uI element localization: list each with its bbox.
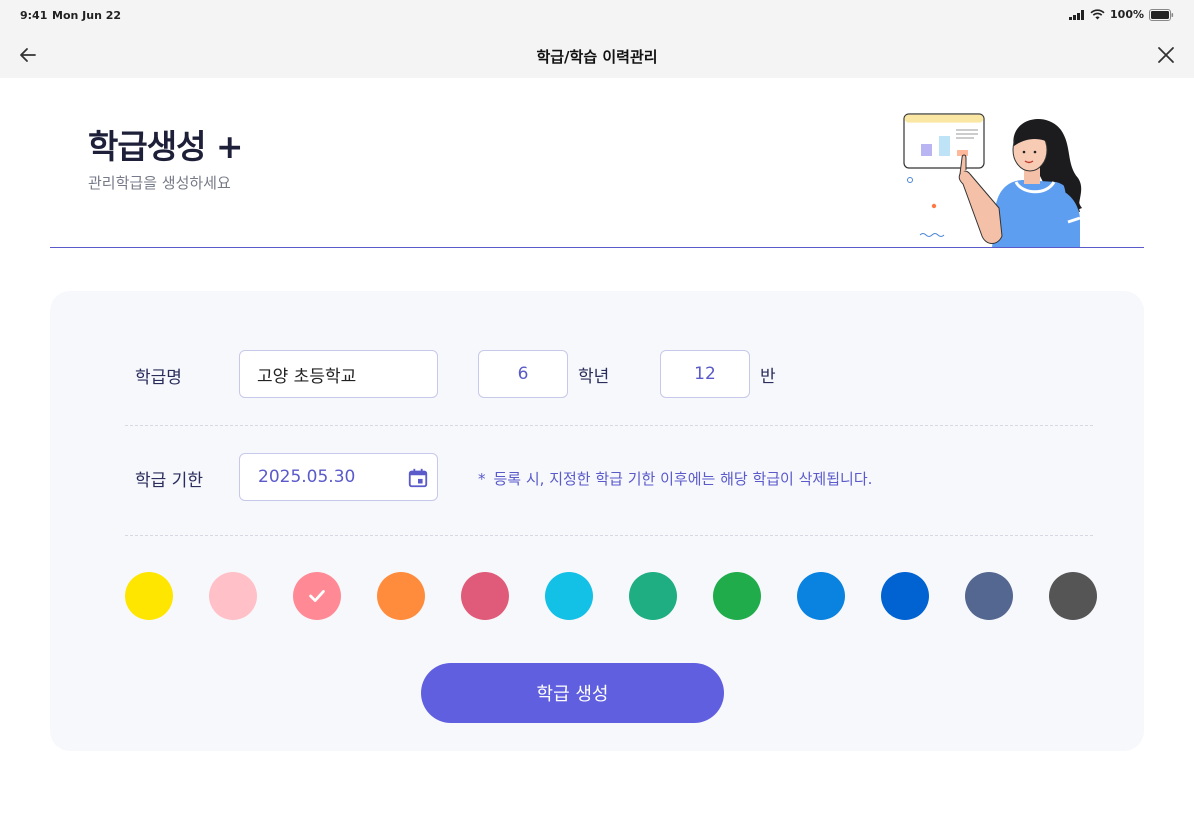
calendar-icon[interactable] bbox=[407, 467, 429, 489]
color-option[interactable] bbox=[125, 572, 173, 620]
color-option[interactable] bbox=[881, 572, 929, 620]
teacher-illustration bbox=[903, 113, 1082, 248]
notice-star: * bbox=[478, 470, 486, 488]
class-number-input[interactable]: 12 bbox=[660, 350, 750, 398]
wifi-icon bbox=[1090, 9, 1105, 20]
status-bar: 9:41 Mon Jun 22 100% bbox=[0, 0, 1194, 32]
check-icon bbox=[309, 590, 325, 602]
page-subtitle: 관리학급을 생성하세요 bbox=[88, 174, 231, 192]
class-form-card: 학급명 고양 초등학교 6 학년 12 반 학급 기한 2025.05.30 *… bbox=[50, 291, 1144, 751]
color-option[interactable] bbox=[797, 572, 845, 620]
color-option[interactable] bbox=[965, 572, 1013, 620]
battery-icon bbox=[1149, 8, 1174, 21]
form-divider bbox=[125, 535, 1093, 536]
deadline-date-value: 2025.05.30 bbox=[258, 467, 356, 487]
class-name-label: 학급명 bbox=[135, 368, 182, 388]
close-button[interactable] bbox=[1154, 43, 1178, 67]
color-option[interactable] bbox=[629, 572, 677, 620]
create-class-button[interactable]: 학급 생성 bbox=[421, 663, 724, 723]
status-date: Mon Jun 22 bbox=[52, 9, 122, 22]
deadline-notice: * 등록 시, 지정한 학급 기한 이후에는 해당 학급이 삭제됩니다. bbox=[478, 468, 872, 489]
class-unit-label: 반 bbox=[760, 367, 776, 387]
page-title: 학급생성 + bbox=[88, 127, 244, 166]
status-time: 9:41 bbox=[20, 9, 48, 22]
form-divider bbox=[125, 425, 1093, 426]
color-option[interactable] bbox=[377, 572, 425, 620]
notice-text: 등록 시, 지정한 학급 기한 이후에는 해당 학급이 삭제됩니다. bbox=[493, 470, 873, 488]
color-option[interactable] bbox=[209, 572, 257, 620]
nav-bar: 학급/학습 이력관리 bbox=[0, 32, 1194, 78]
color-option[interactable] bbox=[293, 572, 341, 620]
color-option[interactable] bbox=[1049, 572, 1097, 620]
deadline-date-input[interactable]: 2025.05.30 bbox=[239, 453, 438, 501]
cellular-signal-icon bbox=[1069, 9, 1085, 20]
grade-unit-label: 학년 bbox=[578, 367, 610, 387]
header-divider bbox=[50, 247, 1144, 248]
close-icon bbox=[1158, 47, 1174, 63]
color-option[interactable] bbox=[545, 572, 593, 620]
color-option[interactable] bbox=[461, 572, 509, 620]
class-name-input[interactable]: 고양 초등학교 bbox=[239, 350, 438, 398]
battery-percent: 100% bbox=[1110, 8, 1144, 21]
nav-title: 학급/학습 이력관리 bbox=[536, 48, 658, 66]
deadline-label: 학급 기한 bbox=[135, 471, 203, 491]
color-option[interactable] bbox=[713, 572, 761, 620]
status-indicators: 100% bbox=[1069, 8, 1174, 21]
grade-input[interactable]: 6 bbox=[478, 350, 568, 398]
